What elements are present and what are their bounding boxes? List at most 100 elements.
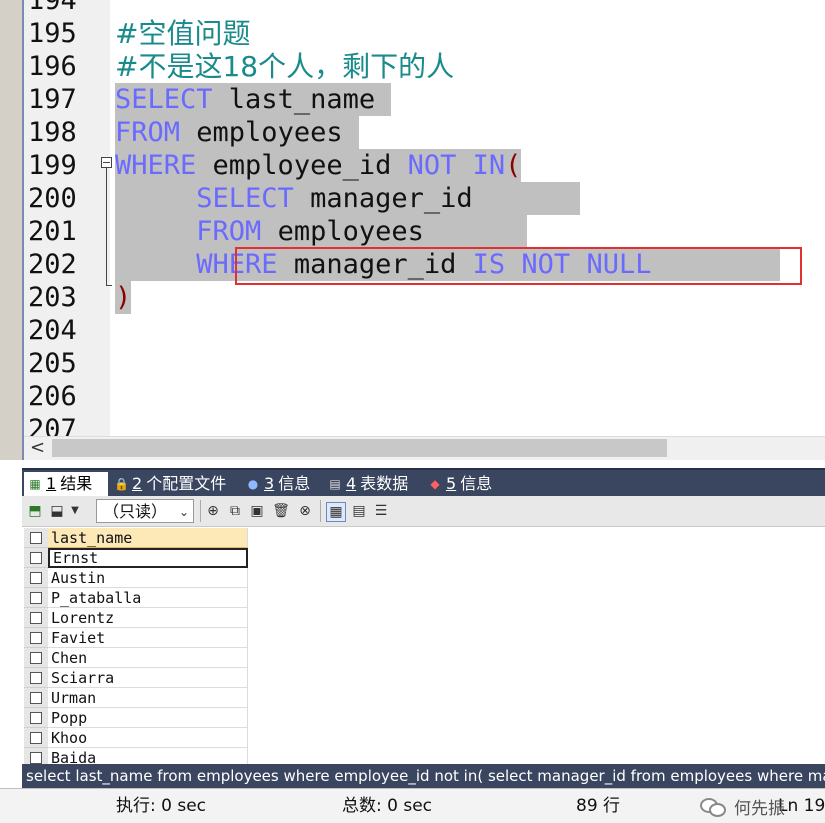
checkbox[interactable]: [30, 612, 42, 624]
fold-toggle-icon[interactable]: [101, 157, 112, 168]
table-row[interactable]: Baida: [24, 748, 248, 764]
readonly-select[interactable]: （只读） ⌄: [96, 499, 194, 523]
row-selector[interactable]: [24, 688, 48, 708]
grid-view-icon[interactable]: ▦: [326, 502, 346, 522]
line-number: 203: [28, 282, 77, 313]
keyword-select: SELECT: [196, 183, 294, 214]
import-icon[interactable]: ⬓: [48, 502, 66, 520]
duplicate-row-icon[interactable]: ⧉: [226, 502, 244, 520]
row-selector[interactable]: [24, 568, 48, 588]
highlight-box: [235, 247, 802, 285]
row-selector[interactable]: [24, 708, 48, 728]
tab-table-data[interactable]: ▤ 4 表数据: [324, 472, 420, 496]
table-cell[interactable]: Baida: [48, 748, 248, 764]
table-cell[interactable]: Ernst: [48, 548, 248, 568]
checkbox[interactable]: [30, 712, 42, 724]
tab-number: 4: [346, 474, 357, 493]
keyword-in: IN: [472, 150, 506, 181]
row-selector[interactable]: [24, 548, 48, 568]
row-selector[interactable]: [24, 608, 48, 628]
export-icon[interactable]: ⬒: [26, 502, 44, 520]
table-cell[interactable]: Austin: [48, 568, 248, 588]
keyword-not: NOT: [407, 150, 457, 181]
watermark: 何先振: [700, 789, 785, 823]
table-row[interactable]: Urman: [24, 688, 248, 708]
checkbox[interactable]: [30, 552, 42, 564]
table-row[interactable]: Ernst: [24, 548, 248, 568]
code-comment-line: #空值问题: [115, 17, 251, 50]
tab-number: 2: [132, 474, 143, 493]
code-line-199: WHERE employee_id NOT IN(: [115, 149, 522, 182]
checkbox[interactable]: [30, 652, 42, 664]
cursor-line: Ln 19: [778, 796, 825, 816]
row-selector[interactable]: [24, 628, 48, 648]
table-cell[interactable]: P_ataballa: [48, 588, 248, 608]
result-grid[interactable]: last_name Ernst Austin P_ataballa Lorent…: [24, 528, 248, 764]
code-line-198: FROM employees: [115, 116, 359, 149]
code-line-203: ): [115, 281, 132, 314]
row-selector[interactable]: [24, 748, 48, 764]
table-data-icon: ▤: [329, 477, 341, 491]
sql-editor[interactable]: 194 195 196 197 198 199 200 201 202 203 …: [0, 0, 825, 460]
row-selector[interactable]: [24, 648, 48, 668]
table-row[interactable]: Lorentz: [24, 608, 248, 628]
table-cell[interactable]: Khoo: [48, 728, 248, 748]
table-cell[interactable]: Faviet: [48, 628, 248, 648]
profile-icon: 🔒: [114, 477, 129, 491]
checkbox[interactable]: [30, 752, 42, 764]
code-text: last_name: [212, 84, 392, 115]
table-row[interactable]: Austin: [24, 568, 248, 588]
cancel-changes-icon[interactable]: ⊗: [296, 502, 314, 520]
form-view-icon[interactable]: ▤: [350, 502, 368, 520]
table-row[interactable]: Sciarra: [24, 668, 248, 688]
table-cell[interactable]: Popp: [48, 708, 248, 728]
save-icon[interactable]: ▣: [248, 502, 266, 520]
result-toolbar: ⬒ ⬓ ▼ （只读） ⌄ ⊕ ⧉ ▣ 🗑 ⊗ ▦ ▤ ☰: [22, 496, 825, 527]
checkbox[interactable]: [30, 572, 42, 584]
column-header[interactable]: last_name: [48, 528, 248, 548]
table-row[interactable]: P_ataballa: [24, 588, 248, 608]
tab-profile[interactable]: 🔒 2 个配置文件: [110, 472, 238, 496]
add-row-icon[interactable]: ⊕: [204, 502, 222, 520]
chevron-down-icon: ⌄: [178, 505, 189, 519]
row-selector[interactable]: [24, 588, 48, 608]
row-selector[interactable]: [24, 668, 48, 688]
dropdown-arrow-icon[interactable]: ▼: [66, 502, 84, 520]
table-row[interactable]: Chen: [24, 648, 248, 668]
table-row[interactable]: Faviet: [24, 628, 248, 648]
code-line-201: FROM employees: [115, 215, 527, 248]
toolbar-separator: [200, 500, 201, 522]
checkbox[interactable]: [30, 532, 42, 544]
table-row[interactable]: Popp: [24, 708, 248, 728]
scrollbar-thumb[interactable]: [52, 439, 667, 457]
select-all-cell[interactable]: [24, 528, 48, 548]
tab-info-3[interactable]: ● 3 信息: [242, 472, 320, 496]
tab-info-5[interactable]: ◆ 5 信息: [424, 472, 502, 496]
line-number: 206: [28, 381, 77, 412]
code-text: employees: [180, 117, 359, 148]
delete-icon[interactable]: 🗑: [272, 502, 290, 520]
editor-horizontal-scrollbar[interactable]: <: [24, 436, 825, 460]
tab-label: 个配置文件: [146, 474, 227, 493]
checkbox[interactable]: [30, 632, 42, 644]
checkbox[interactable]: [30, 692, 42, 704]
tab-label: 结果: [60, 474, 93, 493]
line-number: 197: [28, 84, 77, 115]
tab-result[interactable]: ▦ 1 结果: [24, 472, 108, 496]
checkbox[interactable]: [30, 732, 42, 744]
code-text: employees: [261, 216, 441, 247]
grid-result-icon: ▦: [29, 477, 41, 491]
checkbox[interactable]: [30, 672, 42, 684]
table-cell[interactable]: Urman: [48, 688, 248, 708]
table-row[interactable]: Khoo: [24, 728, 248, 748]
row-selector[interactable]: [24, 728, 48, 748]
editor-left-strip: [0, 0, 24, 460]
text-view-icon[interactable]: ☰: [372, 502, 390, 520]
table-cell[interactable]: Chen: [48, 648, 248, 668]
checkbox[interactable]: [30, 592, 42, 604]
results-panel: ▦ 1 结果 🔒 2 个配置文件 ● 3 信息 ▤ 4 表数据 ◆ 5 信息 ⬒…: [0, 460, 825, 788]
table-cell[interactable]: Sciarra: [48, 668, 248, 688]
scroll-left-arrow-icon[interactable]: <: [30, 437, 45, 459]
line-number: 194: [28, 0, 77, 16]
table-cell[interactable]: Lorentz: [48, 608, 248, 628]
